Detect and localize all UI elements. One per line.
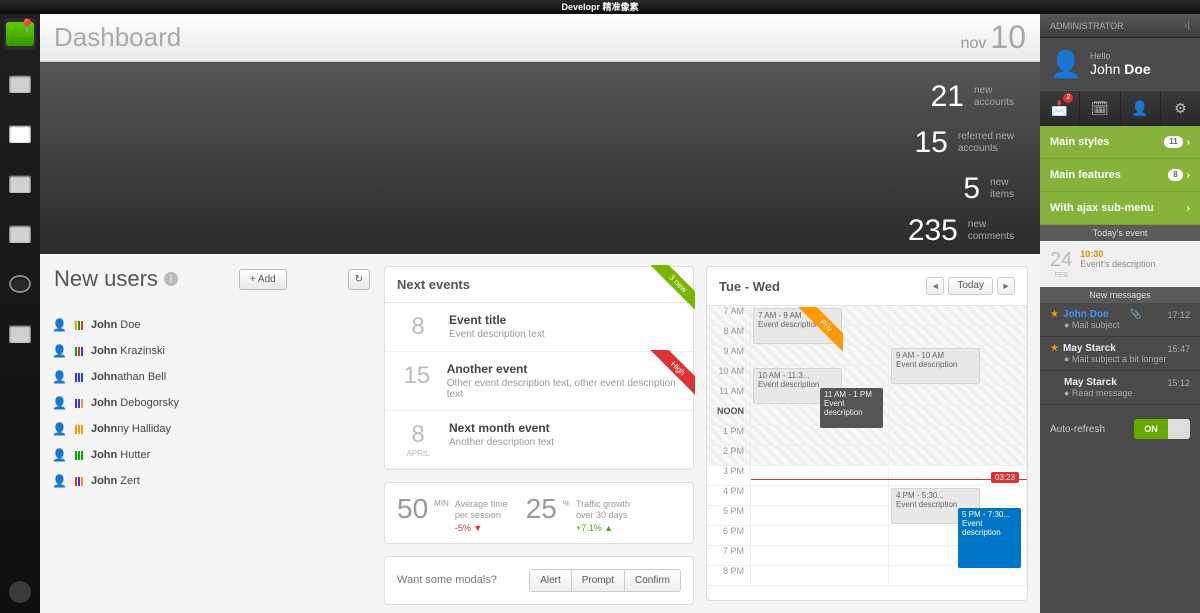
- cal-prev-button[interactable]: ◄: [926, 277, 944, 295]
- stat-value: 5: [922, 172, 980, 206]
- modals-prompt: Want some modals?: [397, 574, 497, 586]
- user-list: 👤John Doe👤John Krazinski👤Johnathan Bell👤…: [52, 312, 372, 494]
- user-icon: 👤: [52, 370, 67, 384]
- nav-dashboard[interactable]: [4, 268, 36, 300]
- nav-home[interactable]: [4, 18, 36, 50]
- events-title: Next events: [397, 277, 681, 292]
- chevron-right-icon: ›: [1187, 170, 1190, 181]
- user-icon: 👤: [52, 422, 67, 436]
- calendar-event[interactable]: 5 PM - 7:30...Event description: [958, 508, 1021, 568]
- star-icon: ★: [1050, 309, 1059, 320]
- nav-files[interactable]: [4, 218, 36, 250]
- list-item[interactable]: 👤John Zert: [52, 468, 372, 494]
- chevron-right-icon: ›: [1187, 137, 1190, 148]
- user-icon: 👤: [52, 318, 67, 332]
- page-title: Dashboard: [54, 22, 181, 53]
- user-icon: 👤: [52, 448, 67, 462]
- confirm-button[interactable]: Confirm: [625, 569, 681, 592]
- folder-icon: [9, 225, 31, 243]
- gear-icon[interactable]: ⚙: [1161, 91, 1200, 125]
- note-icon: [9, 325, 31, 343]
- user-icon[interactable]: 👤: [1121, 91, 1161, 125]
- new-users-title: New users: [54, 266, 158, 292]
- gauge-icon: [9, 275, 31, 293]
- chevron-right-icon: ›: [1187, 203, 1190, 214]
- refresh-button[interactable]: ↻: [348, 269, 370, 290]
- star-icon: ★: [1050, 343, 1059, 354]
- newspaper-icon: [9, 175, 31, 193]
- autorefresh-toggle[interactable]: ON: [1134, 419, 1190, 439]
- metric-value: 25: [526, 493, 557, 533]
- today-event[interactable]: 24FEB 10:30Event's description: [1040, 241, 1200, 287]
- envelope-icon: [9, 75, 31, 93]
- user-icon: 👤: [52, 344, 67, 358]
- list-item[interactable]: 👤Johnathan Bell: [52, 364, 372, 390]
- stat-value: 15: [890, 126, 948, 160]
- metric-value: 50: [397, 493, 428, 533]
- list-item[interactable]: 👤John Debogorsky: [52, 390, 372, 416]
- page-header: Dashboard nov 10: [40, 14, 1040, 62]
- calendar-event[interactable]: 7 AM - 9 AMEvent descriptionPriv: [753, 308, 842, 344]
- list-item[interactable]: 👤John Krazinski: [52, 338, 372, 364]
- list-item[interactable]: 👤John Hutter: [52, 442, 372, 468]
- list-item[interactable]: 👤Johnny Halliday: [52, 416, 372, 442]
- event-item[interactable]: 8APRILNext month eventAnother descriptio…: [385, 411, 693, 469]
- event-item[interactable]: 8Event titleEvent description text: [385, 303, 693, 352]
- nav-news[interactable]: [4, 168, 36, 200]
- avatar-icon: 👤: [1050, 48, 1082, 80]
- sidebar-menu-item[interactable]: With ajax sub-menu›: [1040, 192, 1200, 225]
- title-bar: Developr 精准像素: [0, 0, 1200, 14]
- message-item[interactable]: ★May Starck15:47● Mail subject a bit lon…: [1040, 337, 1200, 371]
- list-item[interactable]: 👤John Doe: [52, 312, 372, 338]
- add-user-button[interactable]: + Add: [239, 269, 287, 290]
- nav-notes[interactable]: [4, 318, 36, 350]
- map-pin-icon: [6, 22, 34, 46]
- header-date: nov 10: [961, 19, 1026, 56]
- calendar-title: Tue - Wed: [719, 279, 926, 294]
- info-icon[interactable]: i: [164, 272, 178, 286]
- message-item[interactable]: ★John Doe📎17:12● Mail subject: [1040, 303, 1200, 337]
- attachment-icon: 📎: [1130, 309, 1141, 320]
- right-sidebar: ADMINISTRATOR›| 👤 Hello John Doe 📩2 🗓 👤 …: [1040, 14, 1200, 613]
- inbox-icon[interactable]: 📩2: [1040, 91, 1080, 125]
- sidebar-menu-item[interactable]: Main features8›: [1040, 159, 1200, 192]
- user-icon: 👤: [52, 474, 67, 488]
- calendar-event[interactable]: 9 AM - 10 AMEvent description: [891, 348, 980, 384]
- collapse-icon[interactable]: ›|: [1184, 20, 1190, 31]
- cal-today-button[interactable]: Today: [948, 277, 993, 295]
- nav-calendar[interactable]: [4, 118, 36, 150]
- message-item[interactable]: May Starck15:12● Read message: [1040, 371, 1200, 405]
- alert-button[interactable]: Alert: [529, 569, 572, 592]
- cal-next-button[interactable]: ►: [997, 277, 1015, 295]
- tag-ribbon: High: [645, 350, 695, 400]
- event-item[interactable]: 15Another eventOther event description t…: [385, 352, 693, 411]
- calendar-icon[interactable]: 🗓: [1080, 91, 1120, 125]
- nav-mail[interactable]: [4, 68, 36, 100]
- calendar-grid[interactable]: 7 AM8 AM9 AM10 AM11 AMNOON1 PM2 PM3 PM4 …: [707, 306, 1027, 592]
- stat-value: 21: [906, 80, 964, 114]
- prompt-button[interactable]: Prompt: [572, 569, 625, 592]
- hero-banner: 21new accounts 15referred new accounts 5…: [40, 62, 1040, 254]
- stat-value: 235: [900, 214, 958, 248]
- calendar-event[interactable]: 11 AM - 1 PMEvent description: [820, 388, 883, 428]
- calendar-icon: [9, 125, 31, 143]
- sidebar-menu-item[interactable]: Main styles11›: [1040, 126, 1200, 159]
- phone-icon[interactable]: [9, 581, 31, 603]
- left-nav: [0, 14, 40, 613]
- tag-ribbon: Priv: [793, 307, 843, 357]
- user-icon: 👤: [52, 396, 67, 410]
